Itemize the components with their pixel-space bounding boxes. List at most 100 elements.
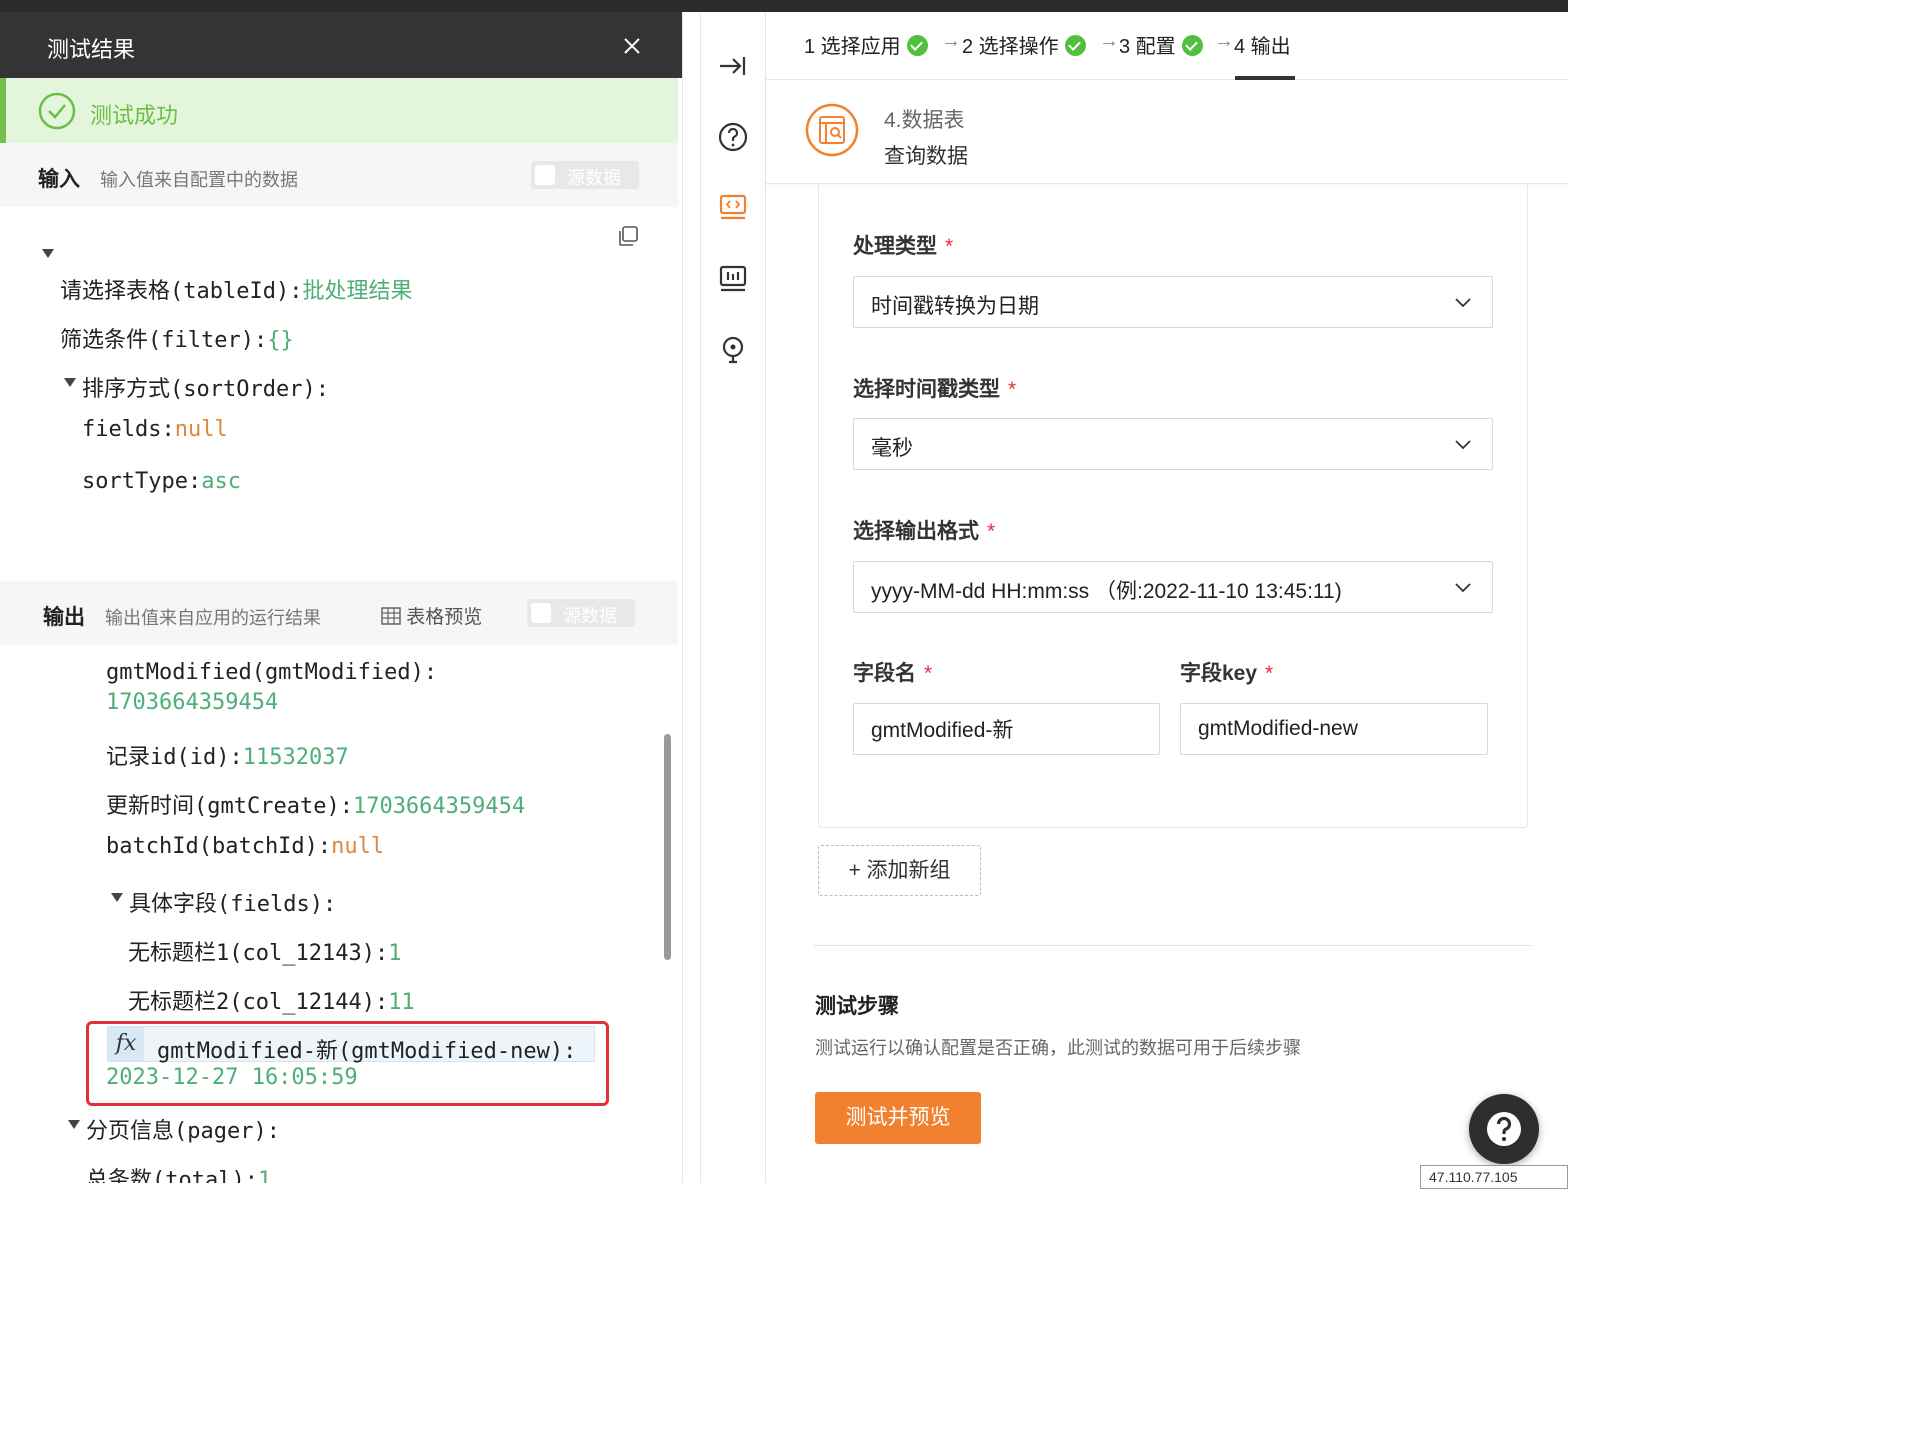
row-key: 筛选条件(filter): bbox=[60, 328, 268, 353]
output-section-header: 输出 输出值来自应用的运行结果 表格预览 源数据 bbox=[0, 581, 678, 645]
output-row-gmtmodified-key: gmtModified(gmtModified): bbox=[106, 660, 437, 685]
row-value: {} bbox=[267, 328, 294, 353]
select-value: yyyy-MM-dd HH:mm:ss （例:2022-11-10 13:45:… bbox=[871, 580, 1342, 603]
row-key: gmtModified(gmtModified): bbox=[106, 660, 438, 685]
row-value: null bbox=[174, 417, 228, 442]
row-key: fields: bbox=[82, 417, 175, 442]
output-format-select[interactable]: yyyy-MM-dd HH:mm:ss （例:2022-11-10 13:45:… bbox=[853, 561, 1493, 613]
copy-icon[interactable] bbox=[616, 224, 640, 248]
help-icon[interactable] bbox=[715, 119, 751, 155]
row-key: 排序方式(sortOrder): bbox=[82, 377, 329, 402]
expand-caret-icon[interactable] bbox=[64, 378, 76, 387]
step-4[interactable]: 4 输出 bbox=[1234, 30, 1291, 59]
icon-rail bbox=[700, 12, 766, 1183]
row-value: 批处理结果 bbox=[302, 279, 413, 304]
monitor-icon[interactable] bbox=[715, 260, 751, 296]
label-text: 选择时间戳类型 bbox=[853, 378, 1000, 401]
step-label: 4 输出 bbox=[1234, 36, 1291, 58]
scrollbar-thumb[interactable] bbox=[664, 734, 671, 960]
collapse-arrow-icon[interactable] bbox=[715, 48, 751, 84]
row-key: sortType: bbox=[82, 469, 202, 494]
help-float-button[interactable] bbox=[1469, 1094, 1539, 1164]
bulb-icon[interactable] bbox=[715, 332, 751, 368]
expand-caret-icon[interactable] bbox=[111, 893, 123, 902]
app-name: 4.数据表 bbox=[884, 109, 965, 132]
config-form-card: 处理类型 * 时间戳转换为日期 选择时间戳类型 * 毫秒 选择输出格式 * yyyy-… bbox=[818, 184, 1528, 828]
table-preview-label: 表格预览 bbox=[406, 607, 483, 628]
chevron-down-icon bbox=[1455, 440, 1471, 450]
output-raw-toggle[interactable]: 源数据 bbox=[527, 599, 635, 627]
input-row-table: 请选择表格(tableId):批处理结果 bbox=[60, 273, 412, 305]
panel-title: 测试结果 bbox=[47, 37, 136, 62]
step-label: 1 选择应用 bbox=[804, 36, 901, 58]
output-row-fields: 具体字段(fields): bbox=[129, 886, 336, 918]
label-text: 选择输出格式 bbox=[853, 520, 979, 543]
input-raw-toggle[interactable]: 源数据 bbox=[531, 161, 639, 189]
step-1[interactable]: 1 选择应用 bbox=[804, 30, 928, 59]
highlight-annotation-box bbox=[86, 1021, 609, 1106]
code-icon[interactable] bbox=[715, 189, 751, 225]
check-icon bbox=[1064, 35, 1086, 56]
field-key-input[interactable] bbox=[1180, 703, 1488, 755]
output-row-batchid: batchId(batchId):null bbox=[106, 834, 384, 859]
row-key: 总条数(total): bbox=[86, 1168, 258, 1183]
timestamp-type-select[interactable]: 毫秒 bbox=[853, 418, 1493, 470]
row-key: batchId(batchId): bbox=[106, 834, 332, 859]
row-key: 无标题栏2(col_12144): bbox=[128, 990, 389, 1015]
steps-bar: 1 选择应用 → 2 选择操作 → 3 配置 → 4 输出 bbox=[766, 12, 1568, 80]
required-mark: * bbox=[1008, 378, 1017, 401]
help-icon bbox=[1487, 1112, 1521, 1146]
step-label: 2 选择操作 bbox=[962, 36, 1059, 58]
toggle-label: 源数据 bbox=[563, 606, 617, 626]
add-group-button[interactable]: + 添加新组 bbox=[818, 845, 981, 896]
step-2[interactable]: 2 选择操作 bbox=[962, 30, 1086, 59]
input-row-sorttype: sortType:asc bbox=[82, 469, 241, 494]
close-button[interactable] bbox=[616, 30, 648, 62]
ip-address-label: 47.110.77.105 bbox=[1420, 1165, 1568, 1189]
required-mark: * bbox=[945, 235, 954, 258]
row-key: 更新时间(gmtCreate): bbox=[106, 794, 353, 819]
check-icon bbox=[906, 35, 928, 56]
app-action: 查询数据 bbox=[884, 145, 968, 168]
success-banner: 测试成功 bbox=[0, 78, 678, 143]
row-key: 具体字段(fields): bbox=[129, 892, 337, 917]
table-preview-button[interactable]: 表格预览 bbox=[381, 602, 482, 629]
process-type-select[interactable]: 时间戳转换为日期 bbox=[853, 276, 1493, 328]
field-name-label: 字段名 * bbox=[853, 657, 932, 687]
arrow-right-icon: → bbox=[1214, 30, 1234, 52]
expand-caret-icon[interactable] bbox=[68, 1120, 80, 1129]
required-mark: * bbox=[1265, 662, 1274, 685]
row-key: 分页信息(pager): bbox=[86, 1119, 280, 1144]
row-value: 11532037 bbox=[242, 745, 349, 770]
row-value: 1703664359454 bbox=[352, 794, 526, 819]
label-text: 字段名 bbox=[853, 662, 916, 685]
app-header: 4.数据表 查询数据 bbox=[766, 80, 1568, 184]
chevron-down-icon bbox=[1455, 298, 1471, 308]
table-icon bbox=[381, 607, 401, 625]
required-mark: * bbox=[924, 662, 933, 685]
input-desc: 输入值来自配置中的数据 bbox=[100, 170, 298, 190]
test-step-title: 测试步骤 bbox=[815, 995, 899, 1018]
field-name-input[interactable] bbox=[853, 703, 1160, 755]
toggle-knob bbox=[535, 165, 555, 185]
row-value: asc bbox=[201, 469, 241, 494]
test-preview-button[interactable]: 测试并预览 bbox=[815, 1092, 981, 1144]
row-key: 记录id(id): bbox=[106, 745, 243, 770]
row-value: 1 bbox=[388, 941, 402, 966]
expand-caret-icon[interactable] bbox=[42, 249, 54, 258]
output-row-pager: 分页信息(pager): bbox=[86, 1113, 280, 1145]
step-3[interactable]: 3 配置 bbox=[1119, 30, 1203, 59]
input-title: 输入 bbox=[38, 168, 80, 191]
datatable-logo-icon bbox=[805, 103, 859, 157]
divider bbox=[814, 945, 1532, 946]
output-format-label: 选择输出格式 * bbox=[853, 515, 995, 545]
check-circle-icon bbox=[38, 92, 76, 130]
label-text: 字段key bbox=[1180, 662, 1258, 685]
output-row-id: 记录id(id):11532037 bbox=[106, 739, 349, 771]
row-value: 11 bbox=[388, 990, 415, 1015]
top-window-strip bbox=[0, 0, 1568, 12]
success-text: 测试成功 bbox=[90, 103, 179, 128]
input-row-fields: fields:null bbox=[82, 417, 228, 442]
step-label: 3 配置 bbox=[1119, 36, 1176, 58]
output-row-col2: 无标题栏2(col_12144):11 bbox=[128, 984, 415, 1016]
